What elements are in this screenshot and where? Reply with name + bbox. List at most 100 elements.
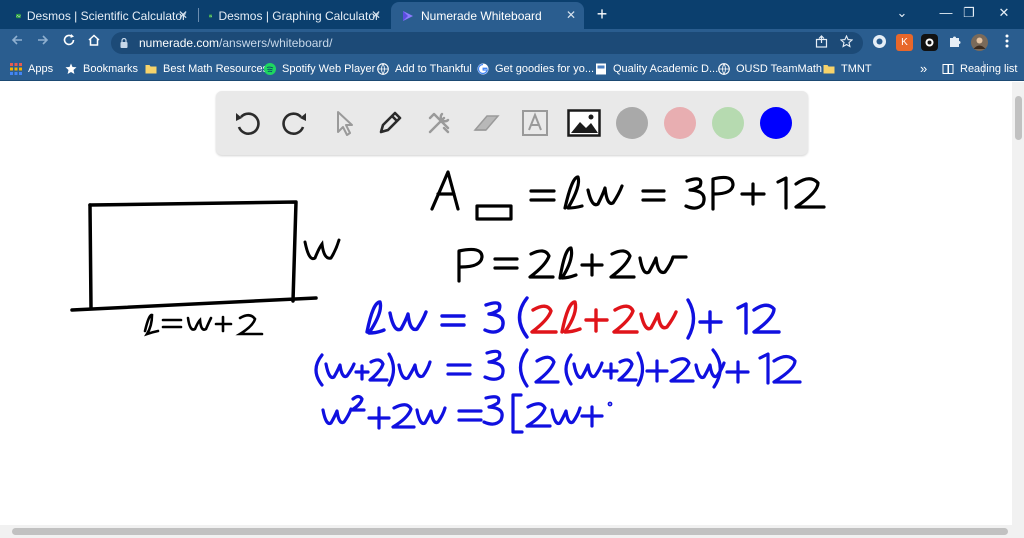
- bookmark-star-icon[interactable]: [838, 34, 854, 51]
- redo-button[interactable]: [276, 105, 312, 141]
- bookmarks-bar: Apps Bookmarks Best Math Resources Spoti…: [0, 56, 1024, 81]
- globe-icon: [377, 62, 389, 75]
- k-extension-icon[interactable]: K: [896, 34, 913, 51]
- numerade-icon: [403, 10, 413, 21]
- bookmark-best-math-resources[interactable]: Best Math Resources: [145, 60, 268, 77]
- bookmark-bookmarks[interactable]: Bookmarks: [65, 60, 138, 77]
- equation-area: [430, 170, 826, 221]
- reload-button[interactable]: [58, 32, 80, 54]
- bookmark-label: Quality Academic D...: [613, 62, 719, 75]
- bookmark-label: Bookmarks: [83, 62, 139, 75]
- bookmarks-overflow-button[interactable]: »: [920, 60, 927, 77]
- folder-icon: [823, 64, 835, 73]
- reading-list-button[interactable]: Reading list: [942, 60, 1017, 77]
- text-box-icon: [522, 110, 548, 136]
- undo-icon: [236, 112, 260, 135]
- close-tab-icon[interactable]: ✕: [566, 8, 576, 22]
- tab-search-icon[interactable]: ⌄: [880, 0, 924, 26]
- doc-icon: [596, 63, 606, 74]
- tab-title: Numerade Whiteboard: [421, 8, 542, 23]
- redo-icon: [282, 112, 306, 135]
- lock-icon: [120, 38, 128, 48]
- bookmark-label: TMNT: [841, 62, 872, 75]
- bookmark-get-goodies[interactable]: Get goodies for yo...: [477, 60, 594, 77]
- text-tool[interactable]: [517, 105, 553, 141]
- reload-icon: [63, 34, 75, 46]
- tab-desmos-scientific[interactable]: Desmos | Scientific Calculator ✕: [6, 2, 196, 29]
- close-tab-icon[interactable]: ✕: [371, 8, 381, 22]
- bookmark-label: Spotify Web Player: [282, 62, 376, 75]
- back-button[interactable]: [6, 32, 28, 54]
- pointer-tool[interactable]: [326, 105, 362, 141]
- bookmark-quality-academic[interactable]: Quality Academic D...: [595, 60, 718, 77]
- share-icon[interactable]: [813, 35, 829, 51]
- image-icon: [567, 109, 601, 137]
- horizontal-scroll-thumb[interactable]: [12, 528, 1008, 535]
- tab-title: Desmos | Scientific Calculator: [26, 8, 186, 23]
- bookmark-add-to-thankful[interactable]: Add to Thankful: [377, 60, 472, 77]
- swatch-pink[interactable]: [664, 107, 696, 139]
- close-tab-icon[interactable]: ✕: [178, 8, 188, 22]
- reading-list-label: Reading list: [960, 62, 1018, 75]
- apps-grid-icon: [10, 62, 22, 75]
- bookmark-ousd-teammath[interactable]: OUSD TeamMath: [718, 60, 822, 77]
- google-icon: [477, 63, 489, 74]
- image-tool[interactable]: [566, 105, 602, 141]
- bookmark-spotify[interactable]: Spotify Web Player: [264, 60, 375, 77]
- whiteboard-toolbar: [216, 91, 808, 155]
- arrow-right-icon: [38, 35, 49, 45]
- equation-substitution-highlight: [530, 300, 678, 334]
- bookmark-label: OUSD TeamMath: [736, 62, 822, 75]
- bookmark-apps[interactable]: Apps: [10, 60, 53, 77]
- undo-button[interactable]: [230, 105, 266, 141]
- reading-list-icon: [942, 63, 954, 74]
- globe-icon: [718, 62, 730, 75]
- desmos-icon: [209, 13, 213, 18]
- extension-icon[interactable]: [871, 34, 888, 51]
- home-icon: [88, 34, 100, 46]
- eraser-tool[interactable]: [469, 105, 505, 141]
- new-tab-button[interactable]: +: [591, 3, 613, 25]
- equation-expand: [314, 348, 802, 389]
- browser-toolbar: numerade.com/answers/whiteboard/ K: [0, 29, 1024, 56]
- tab-strip: Desmos | Scientific Calculator ✕ Desmos …: [0, 0, 1024, 29]
- bookmark-tmnt[interactable]: TMNT: [823, 60, 872, 77]
- spotify-icon: [264, 62, 276, 75]
- horizontal-scrollbar[interactable]: [0, 525, 1024, 538]
- bookmark-label: Apps: [28, 62, 54, 75]
- swatch-blue[interactable]: [760, 107, 792, 139]
- swatch-gray[interactable]: [616, 107, 648, 139]
- url-path: /answers/whiteboard/: [219, 36, 333, 50]
- home-button[interactable]: [83, 32, 105, 54]
- swatch-green[interactable]: [712, 107, 744, 139]
- tab-title: Desmos | Graphing Calculator: [218, 8, 379, 23]
- equation-simplify: [321, 393, 613, 434]
- bookmark-label: Best Math Resources: [163, 62, 269, 75]
- close-window-button[interactable]: ✕: [982, 0, 1024, 26]
- pencil-icon: [379, 111, 402, 134]
- star-icon: [65, 63, 77, 74]
- avatar[interactable]: [971, 34, 988, 51]
- url-text: numerade.com/answers/whiteboard/: [139, 36, 332, 50]
- tools-button[interactable]: [421, 105, 457, 141]
- folder-icon: [145, 64, 157, 73]
- tab-numerade-whiteboard[interactable]: Numerade Whiteboard ✕: [391, 2, 584, 29]
- camera-extension-icon[interactable]: [921, 34, 938, 51]
- bookmark-label: Get goodies for yo...: [495, 62, 595, 75]
- bookmark-label: Add to Thankful: [395, 62, 472, 75]
- bottom-label: [143, 313, 264, 337]
- eraser-icon: [473, 115, 500, 131]
- tools-icon: [428, 112, 450, 134]
- vertical-scrollbar[interactable]: [1012, 82, 1024, 525]
- tab-desmos-graphing[interactable]: Desmos | Graphing Calculator ✕: [199, 2, 389, 29]
- menu-kebab-icon[interactable]: [996, 32, 1018, 54]
- address-bar[interactable]: numerade.com/answers/whiteboard/: [111, 32, 863, 54]
- pen-tool[interactable]: [372, 105, 408, 141]
- arrow-left-icon: [11, 35, 22, 45]
- rectangle-drawing: [70, 200, 318, 312]
- vertical-scroll-thumb[interactable]: [1015, 96, 1022, 140]
- side-label-w: [303, 238, 341, 261]
- url-host: numerade.com: [139, 36, 220, 50]
- forward-button[interactable]: [32, 32, 54, 54]
- puzzle-extensions-icon[interactable]: [946, 34, 963, 51]
